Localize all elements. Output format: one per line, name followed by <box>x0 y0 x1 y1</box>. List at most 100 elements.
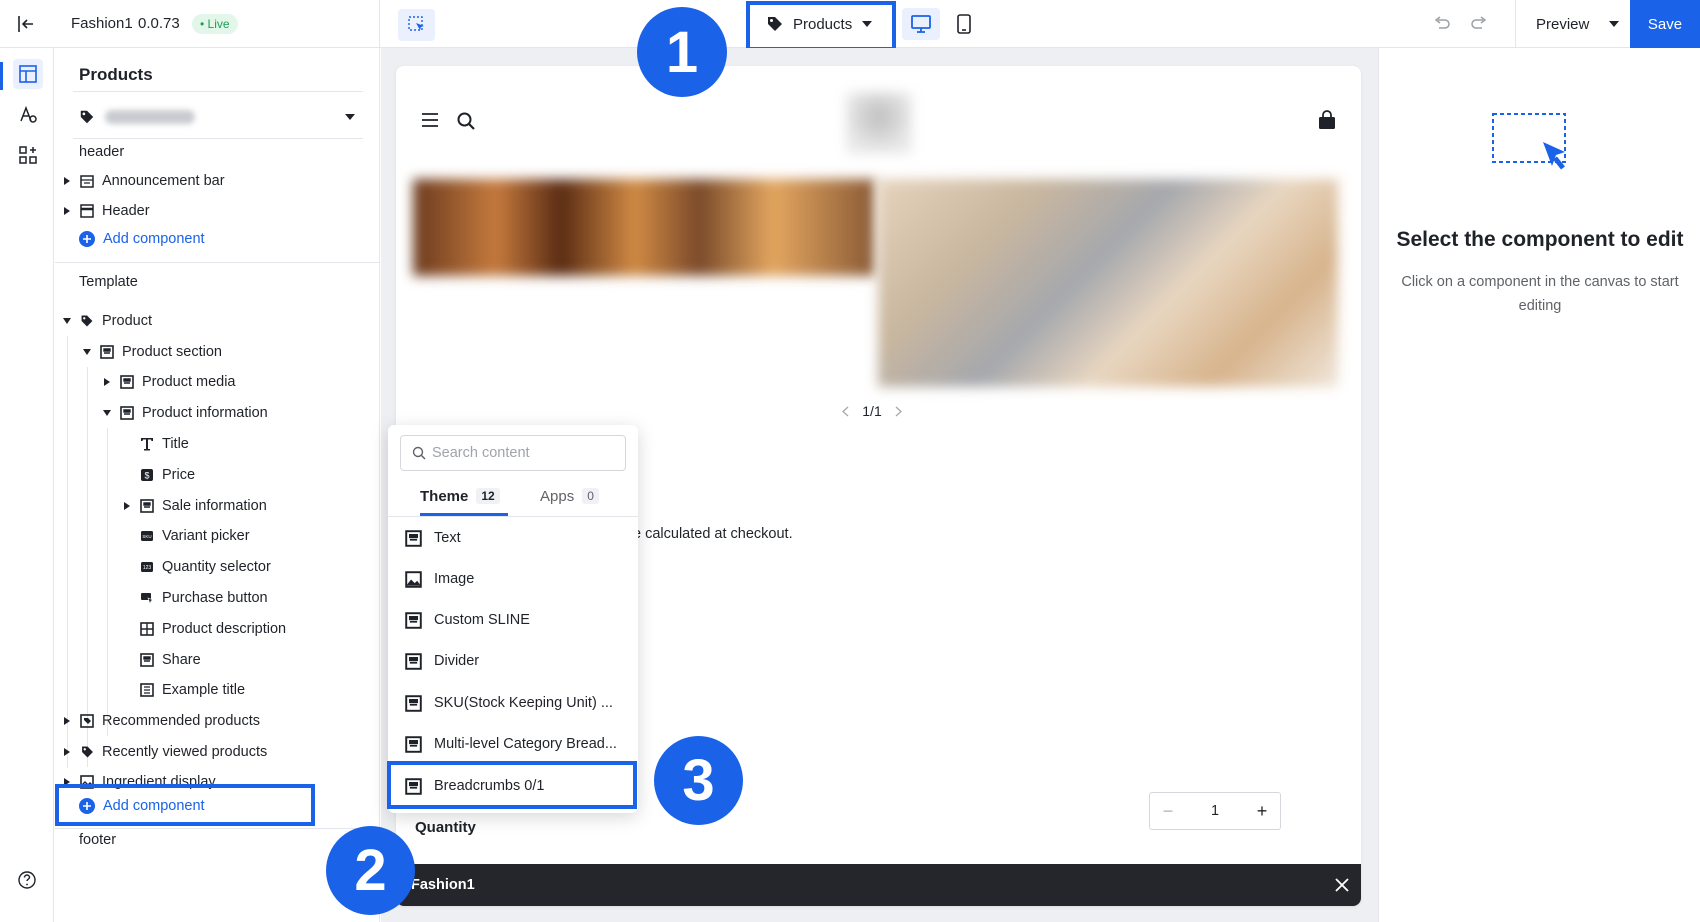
caret-right-icon[interactable] <box>61 205 73 217</box>
tree-item-product-media[interactable]: Product media <box>55 367 375 397</box>
hamburger-menu-icon[interactable] <box>421 112 439 130</box>
svg-text:SKU: SKU <box>142 534 151 539</box>
caret-right-icon[interactable] <box>61 776 73 788</box>
chevron-right-icon[interactable] <box>895 405 902 417</box>
tree-item-purchase-button[interactable]: Purchase button <box>55 583 375 613</box>
page-type-selector[interactable]: Products <box>750 3 894 45</box>
picker-item-text[interactable]: Text <box>388 518 638 558</box>
tree-item-header[interactable]: Header <box>55 196 375 226</box>
preview-button[interactable]: Preview <box>1536 0 1620 48</box>
tree-item-product[interactable]: Product <box>55 306 375 336</box>
text-t-icon <box>139 436 155 452</box>
toast-text: Fashion1 <box>411 877 475 893</box>
tree-item-product-information[interactable]: Product information <box>55 398 375 428</box>
caret-down-icon[interactable] <box>101 407 113 419</box>
search-content-input[interactable]: Search content <box>400 435 626 471</box>
tree-item-example-title[interactable]: Example title <box>55 675 375 705</box>
inspector-empty-title: Select the component to edit <box>1396 228 1684 251</box>
tab-apps[interactable]: Apps 0 <box>540 477 599 515</box>
search-icon[interactable] <box>456 111 476 131</box>
tree-item-price[interactable]: $ Price <box>55 460 375 490</box>
quantity-increase-button[interactable]: + <box>1244 801 1280 822</box>
tags-icon <box>79 744 95 760</box>
desktop-view-icon[interactable] <box>902 8 940 40</box>
tree-item-label: Share <box>162 652 201 668</box>
group-label-footer: footer <box>79 832 117 848</box>
select-element-icon[interactable] <box>398 9 435 41</box>
tree-item-quantity-selector[interactable]: 123 Quantity selector <box>55 552 375 582</box>
picker-item-custom-sline[interactable]: Custom SLINE <box>388 600 638 640</box>
redo-icon[interactable] <box>1467 12 1491 36</box>
step-callout-3: 3 <box>654 736 743 825</box>
caret-down-icon[interactable] <box>81 346 93 358</box>
tree-item-recommended-products[interactable]: Recommended products <box>55 706 375 736</box>
caret-right-icon[interactable] <box>61 746 73 758</box>
caret-right-icon[interactable] <box>61 175 73 187</box>
chevron-left-icon[interactable] <box>842 405 849 417</box>
tree-item-variant-picker[interactable]: SKU Variant picker <box>55 521 375 551</box>
search-icon <box>412 446 426 460</box>
quantity-stepper[interactable]: − 1 + <box>1149 792 1281 830</box>
product-image-primary[interactable] <box>413 179 875 276</box>
picker-item-image[interactable]: Image <box>388 559 638 599</box>
picker-item-label: Custom SLINE <box>434 612 530 628</box>
image-tag-icon <box>79 713 95 729</box>
image-pagination: 1/1 <box>842 401 902 421</box>
picker-item-multi-level-breadcrumb[interactable]: Multi-level Category Bread... <box>388 724 638 764</box>
tab-theme[interactable]: Theme 12 <box>420 477 500 515</box>
quantity-decrease-button[interactable]: − <box>1150 801 1186 822</box>
blurred-product-name <box>105 110 195 124</box>
preview-label: Preview <box>1536 15 1590 33</box>
tree-item-announcement-bar[interactable]: Announcement bar <box>55 166 375 196</box>
close-icon[interactable] <box>1335 878 1349 892</box>
add-component-label: Add component <box>103 231 205 247</box>
shopping-bag-icon[interactable] <box>1318 110 1338 132</box>
inspector-panel: Select the component to edit Click on a … <box>1378 48 1700 922</box>
save-button[interactable]: Save <box>1630 0 1700 48</box>
top-bar: Fashion1 0.0.73 • Live Products Preview … <box>0 0 1700 51</box>
picker-item-breadcrumbs[interactable]: Breadcrumbs 0/1 <box>388 766 638 806</box>
tree-item-product-description[interactable]: Product description <box>55 614 375 644</box>
tree-item-ingredient-display[interactable]: Ingredient display <box>55 767 375 797</box>
tree-item-label: Product section <box>122 344 222 360</box>
block-icon <box>404 611 422 629</box>
tree-item-title[interactable]: Title <box>55 429 375 459</box>
undo-icon[interactable] <box>1430 12 1454 36</box>
block-icon <box>119 405 135 421</box>
theme-style-icon[interactable] <box>13 100 43 130</box>
caret-right-icon[interactable] <box>101 376 113 388</box>
picker-item-sku[interactable]: SKU(Stock Keeping Unit) ... <box>388 683 638 723</box>
tree-item-share[interactable]: Share <box>55 645 375 675</box>
add-component-template-button[interactable]: Add component <box>79 798 205 814</box>
apps-icon[interactable] <box>13 140 43 170</box>
help-icon[interactable] <box>15 868 39 892</box>
block-icon <box>139 682 155 698</box>
bottom-toast-bar: Fashion1 <box>396 864 1361 906</box>
caret-right-icon[interactable] <box>121 500 133 512</box>
picker-item-label: Text <box>434 530 461 546</box>
product-image-secondary[interactable] <box>878 179 1338 387</box>
layout-icon[interactable] <box>13 59 43 89</box>
picker-item-label: Multi-level Category Bread... <box>434 736 617 752</box>
add-component-header-button[interactable]: Add component <box>79 231 205 247</box>
caret-down-icon <box>345 114 355 120</box>
tree-item-product-section[interactable]: Product section <box>55 337 375 367</box>
exit-icon[interactable] <box>14 13 38 35</box>
section-icon <box>99 344 115 360</box>
active-rail-indicator <box>0 62 3 90</box>
tree-item-sale-information[interactable]: Sale information <box>55 491 375 521</box>
product-picker-select[interactable] <box>73 96 363 138</box>
caret-down-icon <box>862 21 873 27</box>
caret-right-icon[interactable] <box>61 715 73 727</box>
picker-item-divider[interactable]: Divider <box>388 641 638 681</box>
quantity-value[interactable]: 1 <box>1186 803 1244 819</box>
image-icon <box>79 774 95 790</box>
tree-item-label: Price <box>162 467 196 483</box>
tree-item-recently-viewed-products[interactable]: Recently viewed products <box>55 737 375 767</box>
svg-text:123: 123 <box>143 565 152 571</box>
tree-item-label: Example title <box>162 682 246 698</box>
sidebar-title: Products <box>79 65 153 84</box>
block-icon <box>404 694 422 712</box>
caret-down-icon[interactable] <box>61 315 73 327</box>
mobile-view-icon[interactable] <box>950 8 978 40</box>
